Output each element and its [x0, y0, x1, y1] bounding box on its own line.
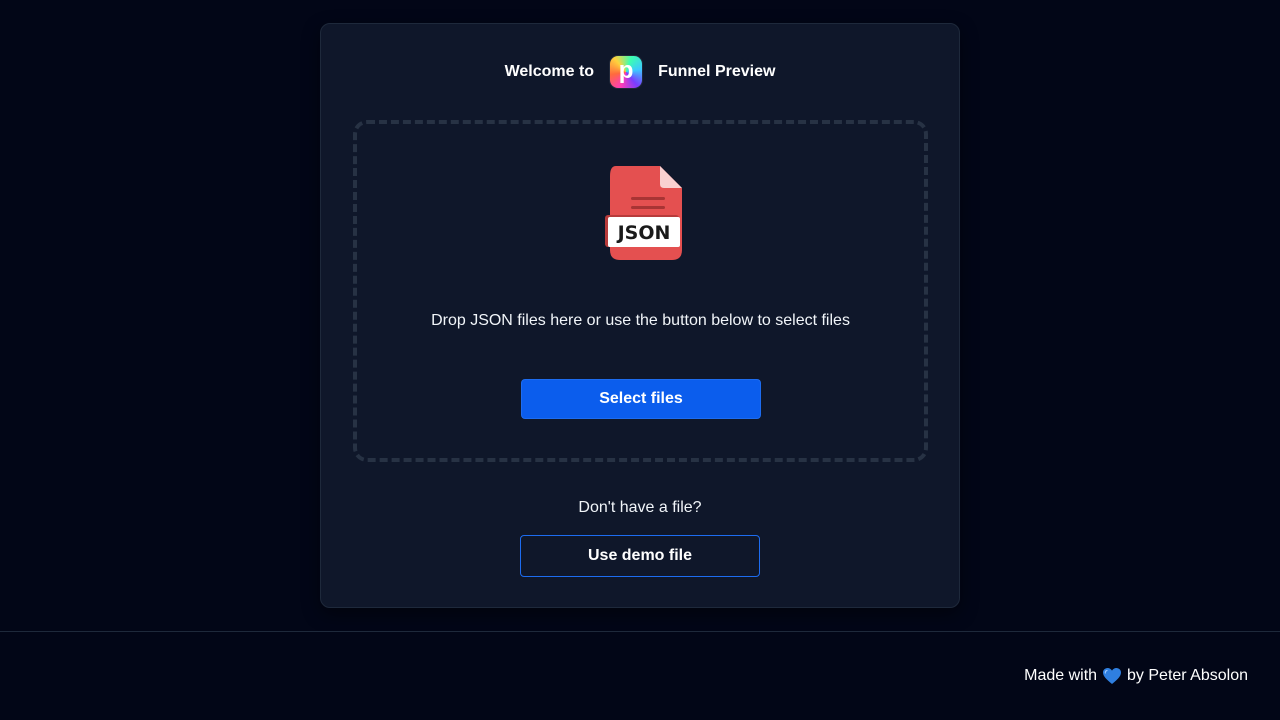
json-file-icon: JSON — [605, 166, 682, 260]
footer-made-with: Made with — [1024, 667, 1098, 684]
blue-heart-icon — [1102, 667, 1122, 685]
welcome-header: Welcome to p Funnel Preview — [321, 55, 959, 89]
page: Welcome to p Funnel Preview JSON Drop JS… — [0, 0, 1280, 720]
app-logo-icon: p — [610, 56, 643, 88]
upload-card: Welcome to p Funnel Preview JSON Drop JS… — [320, 23, 960, 608]
footer: Made with by Peter Absolon — [0, 631, 1280, 720]
footer-author: by Peter Absolon — [1127, 667, 1248, 684]
no-file-prompt: Don't have a file? — [578, 499, 702, 516]
use-demo-file-button[interactable]: Use demo file — [520, 535, 760, 577]
file-dropzone[interactable]: JSON Drop JSON files here or use the but… — [353, 120, 928, 462]
footer-credit: Made with by Peter Absolon — [1024, 667, 1248, 685]
logo-letter: p — [618, 57, 634, 84]
json-file-label: JSON — [616, 222, 671, 244]
drop-instruction: Drop JSON files here or use the button b… — [431, 312, 850, 329]
app-name: Funnel Preview — [658, 63, 776, 80]
welcome-prefix: Welcome to — [504, 63, 595, 80]
select-files-button[interactable]: Select files — [521, 379, 761, 419]
